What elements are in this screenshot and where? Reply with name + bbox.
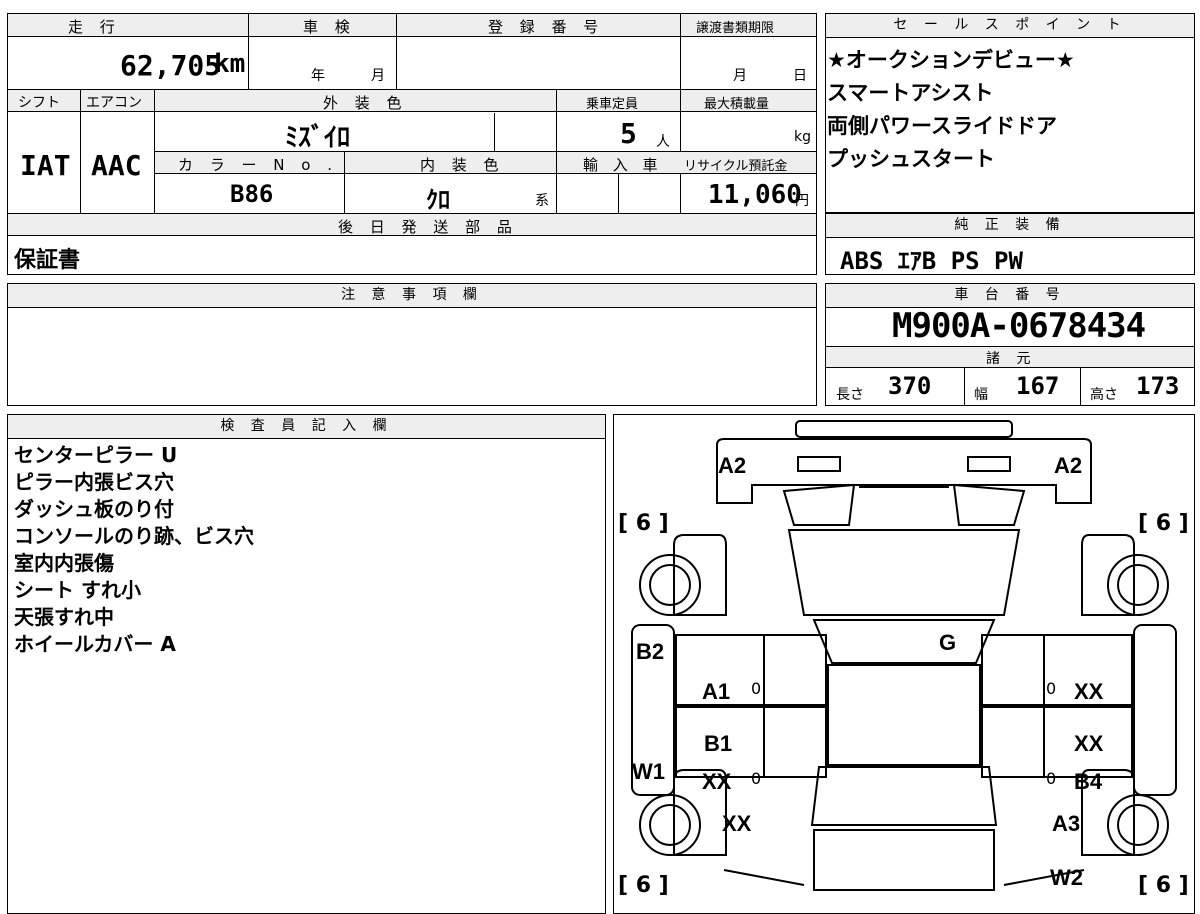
height-label: 高さ [1090, 387, 1118, 403]
chassis-panel: 車 台 番 号 M900A-0678434 諸 元 長さ 370 幅 167 高… [825, 283, 1195, 406]
color-no-label: カ ラ ー N o . [178, 156, 339, 174]
list-item: シート すれ小 [14, 578, 141, 602]
mileage-unit: km [214, 49, 246, 79]
interior-color-label: 内 装 色 [420, 156, 505, 174]
mileage-value: 62,705 [120, 49, 222, 82]
chassis-label: 車 台 番 号 [826, 284, 1194, 308]
registration-label: 登 録 番 号 [488, 18, 605, 36]
label-a2-left: A2 [718, 453, 747, 478]
label-a2-right: A2 [1054, 453, 1083, 478]
mileage-label: 走 行 [68, 18, 121, 36]
exterior-color-label: 外 装 色 [323, 94, 408, 112]
spec-label: 諸 元 [986, 351, 1037, 367]
list-item: ダッシュ板のり付 [14, 497, 174, 521]
recycle-label: リサイクル預託金 [684, 159, 788, 174]
label-xx-r2: XX [1074, 731, 1104, 756]
sales-point-2: スマートアシスト [827, 81, 994, 105]
later-parts-value: 保証書 [14, 248, 81, 273]
sales-points-panel: セ ー ル ス ポ イ ン ト ★オークションデビュー★ スマートアシスト 両側… [825, 13, 1195, 213]
ac-value: AAC [91, 149, 142, 182]
zero-mark: 0 [1046, 769, 1057, 788]
label-g: G [939, 630, 957, 655]
vehicle-info-table: 走 行 車 検 登 録 番 号 譲渡書類期限 62,705 km 年 月 月 日… [7, 13, 817, 275]
width-label: 幅 [974, 387, 988, 403]
tire-mark-rear-right: [ 6 ] [1138, 873, 1189, 898]
shift-label: シフト [18, 95, 60, 111]
list-item: ピラー内張ビス穴 [14, 470, 174, 494]
notes-label: 注 意 事 項 欄 [8, 284, 816, 308]
list-item: ホイールカバー A [14, 632, 176, 656]
recycle-value: 11,060 [708, 180, 802, 210]
inspection-year-label: 年 [311, 68, 325, 84]
zero-mark: 0 [751, 769, 762, 788]
import-label: 輸 入 車 [583, 156, 663, 174]
label-b1: B1 [704, 731, 733, 756]
chassis-number: M900A-0678434 [892, 306, 1146, 346]
capacity-label: 乗車定員 [586, 97, 639, 112]
deadline-month-label: 月 [733, 68, 747, 84]
deadline-day-label: 日 [793, 68, 807, 84]
ac-label: エアコン [86, 95, 142, 111]
tire-mark-rear-left: [ 6 ] [618, 873, 669, 898]
length-label: 長さ [836, 387, 864, 403]
tire-mark-front-left: [ 6 ] [618, 511, 669, 536]
notes-panel: 注 意 事 項 欄 [7, 283, 817, 406]
height-value: 173 [1136, 372, 1180, 400]
interior-color-value: ｸﾛ [426, 186, 450, 214]
load-unit: kg [794, 129, 811, 145]
list-item: センターピラー U [14, 443, 178, 467]
length-value: 370 [888, 372, 932, 400]
inspection-label: 車 検 [303, 18, 356, 36]
sales-points-label: セ ー ル ス ポ イ ン ト [826, 14, 1194, 38]
transfer-deadline-label: 譲渡書類期限 [696, 21, 775, 36]
zero-mark: 0 [751, 679, 762, 698]
list-item: 天張すれ中 [14, 605, 114, 629]
label-xx-l3: XX [702, 769, 732, 794]
zero-mark: 0 [1046, 679, 1057, 698]
label-xx-l4: XX [722, 811, 752, 836]
equipment-label: 純 正 装 備 [826, 214, 1194, 238]
label-w1: W1 [632, 759, 665, 784]
later-parts-label: 後 日 発 送 部 品 [338, 218, 518, 236]
max-load-label: 最大積載量 [704, 97, 770, 112]
inspection-month-label: 月 [371, 68, 385, 84]
shift-value: IAT [20, 149, 71, 182]
sales-point-3: 両側パワースライドドア [827, 114, 1057, 138]
inspector-panel: 検 査 員 記 入 欄 センターピラー U ピラー内張ビス穴 ダッシュ板のり付 … [7, 414, 606, 914]
label-a3: A3 [1052, 811, 1081, 836]
label-b2: B2 [636, 639, 665, 664]
width-value: 167 [1016, 372, 1060, 400]
list-item: 室内内張傷 [14, 551, 114, 575]
label-xx-r1: XX [1074, 679, 1104, 704]
sales-point-1: ★オークションデビュー★ [827, 48, 1075, 72]
inspector-label: 検 査 員 記 入 欄 [8, 415, 605, 439]
recycle-unit: 円 [795, 193, 809, 209]
car-outline [631, 420, 1177, 891]
sales-point-4: プッシュスタート [827, 147, 995, 171]
capacity-unit: 人 [656, 134, 670, 150]
inspector-list: センターピラー U ピラー内張ビス穴 ダッシュ板のり付 コンソールのり跡、ビス穴… [14, 442, 254, 658]
tire-mark-front-right: [ 6 ] [1138, 511, 1189, 536]
label-b4: B4 [1074, 769, 1103, 794]
color-no-value: B86 [230, 180, 274, 208]
list-item: コンソールのり跡、ビス穴 [14, 524, 254, 548]
label-w2: W2 [1050, 865, 1083, 890]
exterior-color-value: ﾐｽﾞｲﾛ [285, 123, 351, 153]
damage-diagram: [ 6 ] [ 6 ] [ 6 ] [ 6 ] A2 A2 G B2 A1 0 … [613, 414, 1195, 914]
interior-suffix: 系 [535, 193, 549, 209]
label-a1: A1 [702, 679, 731, 704]
equipment-value: ABS ｴｱB PS PW [840, 247, 1023, 275]
equipment-panel: 純 正 装 備 ABS ｴｱB PS PW [825, 213, 1195, 275]
capacity-value: 5 [620, 117, 637, 150]
